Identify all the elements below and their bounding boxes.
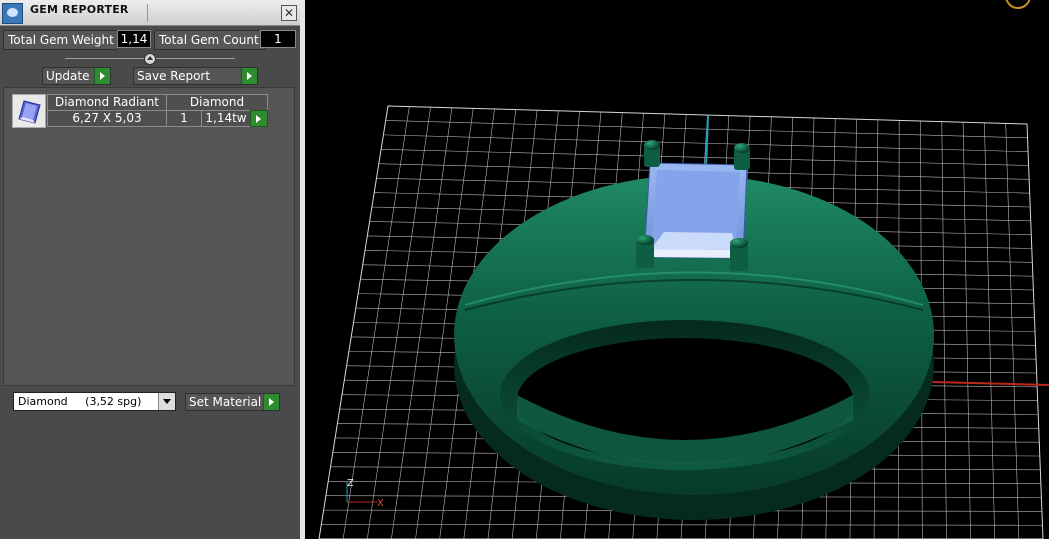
save-report-button-label: Save Report (137, 69, 211, 83)
3d-viewport[interactable]: Z X (305, 0, 1049, 539)
close-icon[interactable]: ✕ (281, 5, 297, 21)
gem-list: Diamond Radiant Diamond 6,27 X 5,03 1 1,… (3, 87, 295, 386)
gem-row-size[interactable]: 6,27 X 5,03 (47, 110, 167, 127)
dropdown-arrow-icon[interactable] (158, 393, 175, 410)
gem-reporter-panel: GEM REPORTER ✕ Total Gem Weight 1,14 Tot… (0, 0, 300, 539)
play-icon (263, 394, 279, 410)
gizmo-z-label: Z (347, 478, 354, 489)
gem-list-header-type: Diamond (166, 94, 268, 111)
play-icon (241, 68, 257, 84)
play-icon (94, 68, 110, 84)
viewport-canvas[interactable]: Z X (305, 0, 1049, 539)
save-report-button[interactable]: Save Report (133, 67, 258, 85)
gem-row-go-button[interactable] (250, 110, 268, 127)
material-select[interactable]: Diamond (3,52 spg) (13, 392, 176, 411)
titlebar-separator (147, 4, 148, 22)
viewcube-icon[interactable] (1005, 0, 1031, 9)
totals-bar: Total Gem Weight 1,14 Total Gem Count 1 (3, 30, 297, 50)
panel-titlebar: GEM REPORTER ✕ (0, 0, 300, 26)
gem-row-count[interactable]: 1 (166, 110, 202, 127)
total-gem-weight-label: Total Gem Weight (3, 30, 118, 50)
gizmo-x-label: X (377, 498, 384, 509)
update-button-label: Update (46, 69, 90, 83)
total-gem-weight-value: 1,14 (117, 30, 151, 48)
set-material-button-label: Set Material (189, 395, 262, 409)
gem-reporter-icon (2, 3, 23, 24)
total-gem-count-label: Total Gem Count (154, 30, 265, 50)
diamond-gem-icon[interactable] (12, 94, 46, 128)
panel-title: GEM REPORTER (30, 3, 129, 16)
gem-row-weight[interactable]: 1,14tw (201, 110, 251, 127)
set-material-button[interactable]: Set Material (185, 393, 280, 411)
update-button[interactable]: Update (42, 67, 111, 85)
play-icon (251, 111, 267, 126)
gem-list-header-shape: Diamond Radiant (47, 94, 167, 111)
total-gem-count-value: 1 (260, 30, 296, 48)
material-select-value: Diamond (3,52 spg) (18, 395, 142, 408)
slider-knob-icon[interactable] (144, 53, 156, 65)
